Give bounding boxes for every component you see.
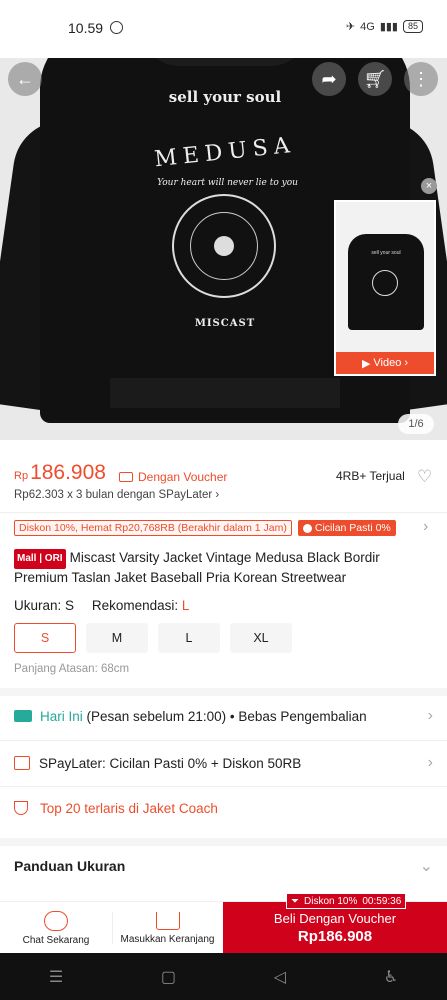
add-cart-icon	[155, 911, 180, 930]
accessibility-icon[interactable]: ♿︎	[384, 967, 398, 987]
shipping-detail: (Pesan sebelum 21:00) • Bebas Pengembali…	[86, 708, 367, 724]
chevron-right-icon[interactable]: ›	[423, 518, 428, 536]
voucher-text: Dengan Voucher	[138, 470, 228, 484]
close-video-icon[interactable]: ×	[421, 178, 437, 194]
print-sell-your-soul: sell your soul	[168, 88, 282, 106]
product-title-text: Miscast Varsity Jacket Vintage Medusa Bl…	[14, 550, 380, 585]
buy-with-voucher-button[interactable]: Beli Dengan Voucher Rp186.908	[223, 902, 447, 954]
image-counter: 1/6	[398, 414, 434, 434]
cart-icon[interactable]: 🛒︎	[358, 62, 392, 96]
chat-label: Chat Sekarang	[22, 934, 90, 946]
print-tagline: Your heart will never lie to you	[157, 178, 298, 188]
play-icon: ▶	[361, 357, 371, 370]
divider	[0, 512, 447, 513]
timer-time: 00:59:36	[362, 895, 402, 907]
size-option-xl[interactable]: XL	[230, 623, 292, 653]
thumb-print: sell your soul	[371, 250, 401, 256]
system-navigation: ☰ ▢ ◁ ♿︎	[0, 953, 447, 1000]
chevron-down-icon: ⌄	[419, 858, 433, 875]
spaylater-icon	[14, 756, 30, 770]
product-title: Mall | ORI Miscast Varsity Jacket Vintage…	[14, 549, 434, 587]
top20-text: Top 20 terlaris di Jaket Coach	[40, 800, 218, 816]
length-note: Panjang Atasan: 68cm	[14, 663, 130, 675]
chevron-right-icon: ›	[215, 489, 220, 501]
size-option-m[interactable]: M	[86, 623, 148, 653]
voucher-label: Dengan Voucher	[119, 470, 227, 484]
timer-discount: Diskon 10%	[304, 895, 358, 907]
status-icons: ✈ 4G ▮▮▮ 85	[346, 20, 423, 33]
size-option-s[interactable]: S	[14, 623, 76, 653]
size-label: Ukuran:	[14, 598, 62, 613]
video-button[interactable]: ▶ Video ›	[336, 352, 434, 374]
cicilan-tag-text: Cicilan Pasti 0%	[314, 522, 391, 534]
top20-row[interactable]: Top 20 terlaris di Jaket Coach	[0, 790, 447, 826]
back-arrow-icon[interactable]: ←	[8, 62, 42, 96]
price-value: 186.908	[30, 461, 106, 484]
timer-icon: ⏷	[291, 895, 299, 907]
size-selected: S	[65, 598, 75, 613]
jacket-hem	[110, 378, 340, 408]
heart-icon[interactable]: ♡	[417, 467, 432, 487]
trophy-icon	[14, 801, 28, 815]
sold-count: 4RB+ Terjual	[336, 469, 405, 483]
price-currency: Rp	[14, 470, 29, 482]
spaylater-installment[interactable]: Rp62.303 x 3 bulan dengan SPayLater ›	[14, 489, 219, 501]
signal-label: 4G	[360, 20, 375, 33]
section-divider	[0, 688, 447, 696]
buy-label: Beli Dengan Voucher	[273, 911, 397, 926]
size-rec-label: Rekomendasi:	[91, 598, 179, 613]
alarm-icon: ✈	[345, 21, 356, 33]
chat-button[interactable]: Chat Sekarang	[0, 902, 112, 954]
print-seal-center	[214, 236, 234, 256]
video-thumbnail[interactable]: sell your soul ▶ Video ›	[334, 200, 436, 376]
spaylater-installment-text: Rp62.303 x 3 bulan dengan SPayLater	[14, 489, 213, 501]
print-miscast: MISCAST	[194, 318, 256, 329]
size-summary: Ukuran: S Rekomendasi: L	[14, 598, 189, 613]
video-label: Video	[373, 357, 402, 369]
share-icon[interactable]: ➦	[312, 62, 346, 96]
chevron-right-icon: ›	[427, 754, 433, 771]
add-to-cart-label: Masukkan Keranjang	[120, 933, 215, 945]
shipping-row[interactable]: Hari Ini (Pesan sebelum 21:00) • Bebas P…	[0, 696, 447, 736]
chevron-right-icon: ›	[404, 357, 409, 369]
status-time: 10.59	[68, 20, 104, 36]
voucher-icon	[119, 472, 133, 482]
section-divider	[0, 838, 447, 846]
cicilan-icon	[302, 523, 312, 533]
status-bar: 10.59 ✈ 4G ▮▮▮ 85	[0, 0, 447, 58]
add-to-cart-button[interactable]: Masukkan Keranjang	[112, 902, 223, 954]
divider	[0, 786, 447, 787]
truck-icon	[14, 710, 32, 722]
size-guide-row[interactable]: Panduan Ukuran ⌄	[0, 846, 447, 886]
shipping-today: Hari Ini	[40, 708, 83, 724]
spaylater-row-text: SPayLater: Cicilan Pasti 0% + Diskon 50R…	[39, 755, 302, 771]
size-option-l[interactable]: L	[158, 623, 220, 653]
signal-icon: ▮▮▮	[379, 21, 398, 33]
more-options-icon[interactable]: ⋮	[404, 62, 438, 96]
discount-tag: Diskon 10%, Hemat Rp20,768RB (Berakhir d…	[14, 520, 292, 536]
home-icon[interactable]: ▢	[161, 967, 176, 987]
battery-icon: 85	[402, 20, 423, 33]
spaylater-row[interactable]: SPayLater: Cicilan Pasti 0% + Diskon 50R…	[0, 744, 447, 782]
price: Rp 186.908	[14, 461, 106, 485]
cicilan-tag: Cicilan Pasti 0%	[297, 520, 396, 536]
mall-badge: Mall | ORI	[14, 549, 66, 569]
divider	[0, 740, 447, 741]
thumb-seal	[372, 270, 398, 296]
video-thumbnail-image: sell your soul	[336, 202, 434, 352]
size-options: S M L XL	[14, 623, 292, 653]
buy-price: Rp186.908	[297, 928, 373, 945]
promo-tags[interactable]: Diskon 10%, Hemat Rp20,768RB (Berakhir d…	[14, 520, 396, 536]
chat-icon	[44, 910, 68, 931]
discount-timer: ⏷ Diskon 10% 00:59:36	[286, 893, 407, 909]
size-rec-value: L	[181, 598, 190, 613]
chevron-right-icon: ›	[427, 707, 433, 724]
whatsapp-icon	[110, 21, 123, 34]
menu-icon[interactable]: ☰	[49, 967, 63, 987]
back-icon[interactable]: ◁	[274, 967, 286, 987]
size-guide-text: Panduan Ukuran	[14, 858, 126, 874]
